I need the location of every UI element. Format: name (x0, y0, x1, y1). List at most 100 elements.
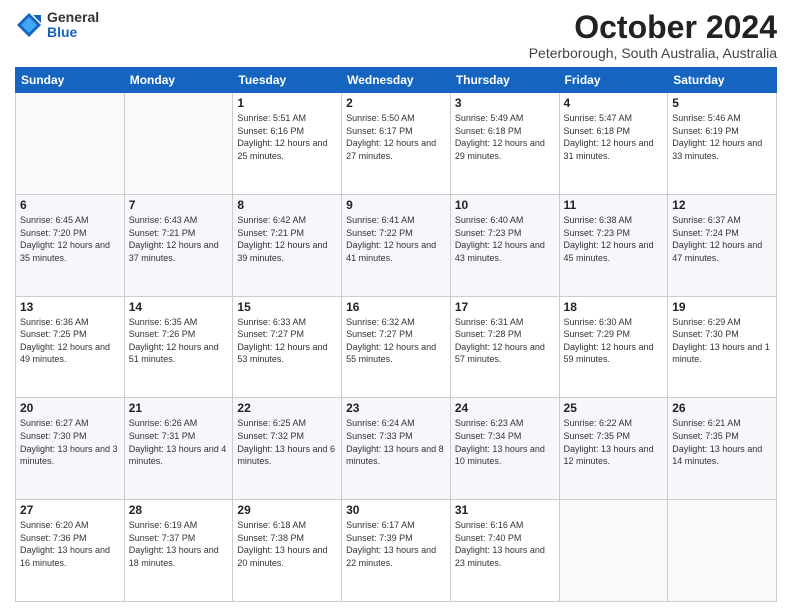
calendar-cell: 10Sunrise: 6:40 AM Sunset: 7:23 PM Dayli… (450, 194, 559, 296)
day-info: Sunrise: 6:16 AM Sunset: 7:40 PM Dayligh… (455, 519, 555, 569)
day-info: Sunrise: 6:23 AM Sunset: 7:34 PM Dayligh… (455, 417, 555, 467)
day-info: Sunrise: 5:49 AM Sunset: 6:18 PM Dayligh… (455, 112, 555, 162)
calendar-cell: 21Sunrise: 6:26 AM Sunset: 7:31 PM Dayli… (124, 398, 233, 500)
calendar-cell: 5 Sunrise: 5:46 AM Sunset: 6:19 PM Daylig… (668, 93, 777, 195)
day-number: 27 (20, 503, 120, 517)
day-info: Sunrise: 5:47 AM Sunset: 6:18 PM Dayligh… (564, 112, 664, 162)
day-number: 31 (455, 503, 555, 517)
calendar-cell: 19 Sunrise: 6:29 AM Sunset: 7:30 PM Dayli… (668, 296, 777, 398)
day-info: Sunrise: 6:27 AM Sunset: 7:30 PM Dayligh… (20, 417, 120, 467)
calendar-cell: 29Sunrise: 6:18 AM Sunset: 7:38 PM Dayli… (233, 500, 342, 602)
calendar-table: SundayMondayTuesdayWednesdayThursdayFrid… (15, 67, 777, 602)
day-number: 28 (129, 503, 229, 517)
day-info: Sunrise: 6:30 AM Sunset: 7:29 PM Dayligh… (564, 316, 664, 366)
calendar-cell: 6 Sunrise: 6:45 AM Sunset: 7:20 PM Daylig… (16, 194, 125, 296)
day-header-monday: Monday (124, 68, 233, 93)
calendar-week-5: 27 Sunrise: 6:20 AM Sunset: 7:36 PM Dayli… (16, 500, 777, 602)
day-info: Sunrise: 6:45 AM Sunset: 7:20 PM Dayligh… (20, 214, 120, 264)
calendar-cell: 15 Sunrise: 6:33 AM Sunset: 7:27 PM Dayli… (233, 296, 342, 398)
day-number: 17 (455, 300, 555, 314)
day-header-wednesday: Wednesday (342, 68, 451, 93)
day-header-friday: Friday (559, 68, 668, 93)
calendar-week-4: 20 Sunrise: 6:27 AM Sunset: 7:30 PM Dayli… (16, 398, 777, 500)
day-info: Sunrise: 5:50 AM Sunset: 6:17 PM Dayligh… (346, 112, 446, 162)
day-info: Sunrise: 6:26 AM Sunset: 7:31 PM Dayligh… (129, 417, 229, 467)
day-number: 4 (564, 96, 664, 110)
calendar-week-1: 1Sunrise: 5:51 AM Sunset: 6:16 PM Daylig… (16, 93, 777, 195)
calendar-cell: 1Sunrise: 5:51 AM Sunset: 6:16 PM Daylig… (233, 93, 342, 195)
day-number: 25 (564, 401, 664, 415)
calendar-cell: 9 Sunrise: 6:41 AM Sunset: 7:22 PM Daylig… (342, 194, 451, 296)
day-number: 20 (20, 401, 120, 415)
calendar-cell (124, 93, 233, 195)
day-number: 30 (346, 503, 446, 517)
day-number: 24 (455, 401, 555, 415)
calendar-cell: 3Sunrise: 5:49 AM Sunset: 6:18 PM Daylig… (450, 93, 559, 195)
day-header-sunday: Sunday (16, 68, 125, 93)
day-info: Sunrise: 6:41 AM Sunset: 7:22 PM Dayligh… (346, 214, 446, 264)
day-number: 14 (129, 300, 229, 314)
day-info: Sunrise: 6:22 AM Sunset: 7:35 PM Dayligh… (564, 417, 664, 467)
calendar-cell: 20 Sunrise: 6:27 AM Sunset: 7:30 PM Dayli… (16, 398, 125, 500)
calendar-cell: 4 Sunrise: 5:47 AM Sunset: 6:18 PM Daylig… (559, 93, 668, 195)
calendar-cell: 7 Sunrise: 6:43 AM Sunset: 7:21 PM Daylig… (124, 194, 233, 296)
calendar-cell (559, 500, 668, 602)
day-number: 11 (564, 198, 664, 212)
logo: General Blue (15, 10, 99, 41)
logo-icon (15, 11, 43, 39)
calendar-cell (16, 93, 125, 195)
day-info: Sunrise: 6:33 AM Sunset: 7:27 PM Dayligh… (237, 316, 337, 366)
day-number: 26 (672, 401, 772, 415)
calendar-cell: 8Sunrise: 6:42 AM Sunset: 7:21 PM Daylig… (233, 194, 342, 296)
day-info: Sunrise: 6:20 AM Sunset: 7:36 PM Dayligh… (20, 519, 120, 569)
day-number: 22 (237, 401, 337, 415)
day-number: 7 (129, 198, 229, 212)
day-info: Sunrise: 6:21 AM Sunset: 7:35 PM Dayligh… (672, 417, 772, 467)
day-number: 15 (237, 300, 337, 314)
calendar-cell: 31 Sunrise: 6:16 AM Sunset: 7:40 PM Dayli… (450, 500, 559, 602)
day-info: Sunrise: 6:42 AM Sunset: 7:21 PM Dayligh… (237, 214, 337, 264)
day-number: 19 (672, 300, 772, 314)
calendar-cell: 26 Sunrise: 6:21 AM Sunset: 7:35 PM Dayli… (668, 398, 777, 500)
calendar-cell: 16 Sunrise: 6:32 AM Sunset: 7:27 PM Dayli… (342, 296, 451, 398)
title-block: October 2024 Peterborough, South Austral… (529, 10, 777, 61)
day-info: Sunrise: 6:43 AM Sunset: 7:21 PM Dayligh… (129, 214, 229, 264)
day-info: Sunrise: 6:38 AM Sunset: 7:23 PM Dayligh… (564, 214, 664, 264)
day-info: Sunrise: 6:35 AM Sunset: 7:26 PM Dayligh… (129, 316, 229, 366)
day-number: 12 (672, 198, 772, 212)
day-info: Sunrise: 6:36 AM Sunset: 7:25 PM Dayligh… (20, 316, 120, 366)
page: General Blue October 2024 Peterborough, … (0, 0, 792, 612)
day-number: 13 (20, 300, 120, 314)
logo-blue: Blue (47, 25, 99, 40)
day-info: Sunrise: 6:18 AM Sunset: 7:38 PM Dayligh… (237, 519, 337, 569)
calendar-cell: 17Sunrise: 6:31 AM Sunset: 7:28 PM Dayli… (450, 296, 559, 398)
day-header-tuesday: Tuesday (233, 68, 342, 93)
day-info: Sunrise: 6:29 AM Sunset: 7:30 PM Dayligh… (672, 316, 772, 366)
calendar-cell: 22 Sunrise: 6:25 AM Sunset: 7:32 PM Dayli… (233, 398, 342, 500)
calendar-cell: 11 Sunrise: 6:38 AM Sunset: 7:23 PM Dayli… (559, 194, 668, 296)
day-number: 10 (455, 198, 555, 212)
day-info: Sunrise: 6:32 AM Sunset: 7:27 PM Dayligh… (346, 316, 446, 366)
day-number: 5 (672, 96, 772, 110)
day-info: Sunrise: 6:37 AM Sunset: 7:24 PM Dayligh… (672, 214, 772, 264)
calendar-cell (668, 500, 777, 602)
calendar-cell: 2Sunrise: 5:50 AM Sunset: 6:17 PM Daylig… (342, 93, 451, 195)
calendar-cell: 12 Sunrise: 6:37 AM Sunset: 7:24 PM Dayli… (668, 194, 777, 296)
day-number: 9 (346, 198, 446, 212)
day-info: Sunrise: 6:17 AM Sunset: 7:39 PM Dayligh… (346, 519, 446, 569)
day-info: Sunrise: 5:46 AM Sunset: 6:19 PM Dayligh… (672, 112, 772, 162)
day-number: 1 (237, 96, 337, 110)
month-title: October 2024 (529, 10, 777, 45)
logo-text: General Blue (47, 10, 99, 41)
day-header-saturday: Saturday (668, 68, 777, 93)
day-number: 16 (346, 300, 446, 314)
day-info: Sunrise: 6:24 AM Sunset: 7:33 PM Dayligh… (346, 417, 446, 467)
day-header-thursday: Thursday (450, 68, 559, 93)
calendar-cell: 13 Sunrise: 6:36 AM Sunset: 7:25 PM Dayli… (16, 296, 125, 398)
logo-general: General (47, 10, 99, 25)
calendar-cell: 27 Sunrise: 6:20 AM Sunset: 7:36 PM Dayli… (16, 500, 125, 602)
day-info: Sunrise: 6:25 AM Sunset: 7:32 PM Dayligh… (237, 417, 337, 467)
calendar-cell: 23Sunrise: 6:24 AM Sunset: 7:33 PM Dayli… (342, 398, 451, 500)
calendar-header-row: SundayMondayTuesdayWednesdayThursdayFrid… (16, 68, 777, 93)
day-number: 6 (20, 198, 120, 212)
